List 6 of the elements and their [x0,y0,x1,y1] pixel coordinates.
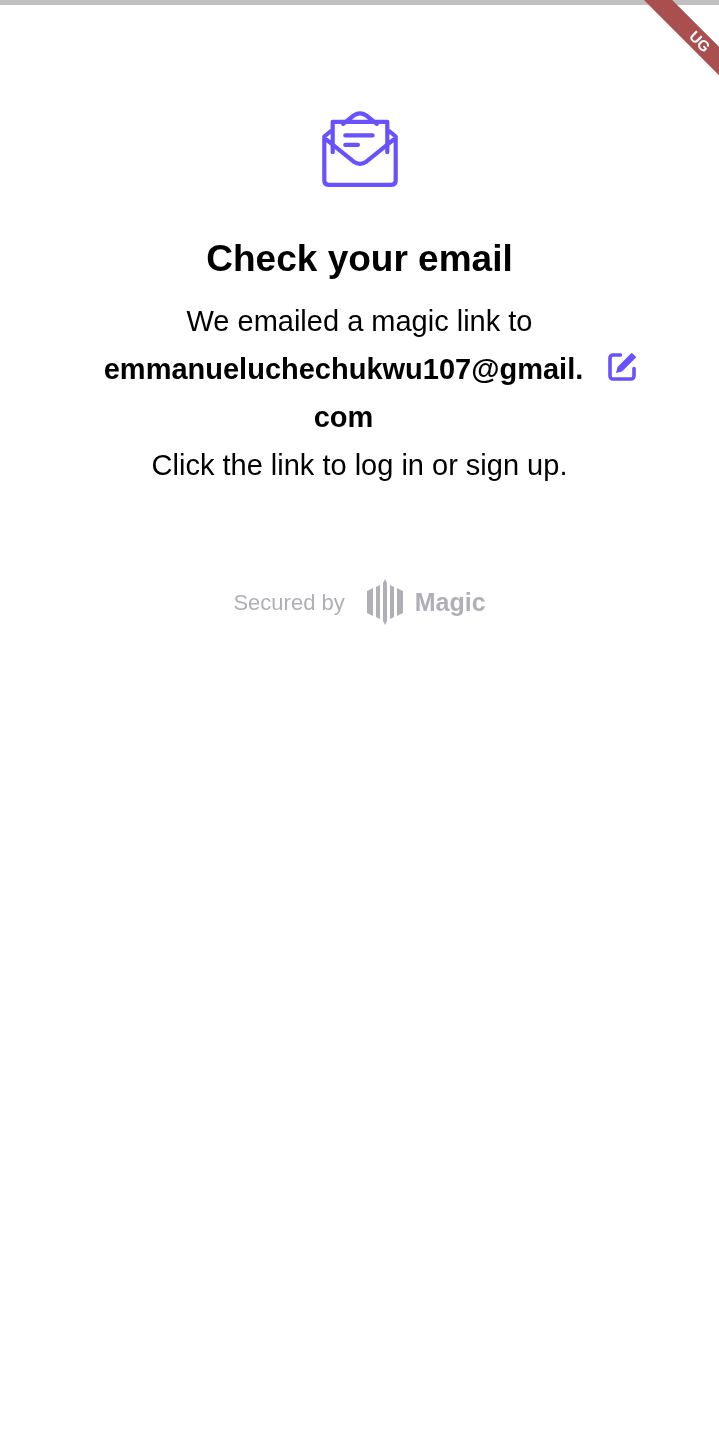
email-address: emmanueluchechukwu107@gmail.com [102,352,585,436]
page-title: Check your email [206,237,513,281]
intro-text: We emailed a magic link to [186,304,533,340]
instruction-text: Click the link to log in or sign up. [151,448,568,484]
brand-name: Magic [414,586,486,618]
secured-by-text: Secured by [233,588,345,617]
